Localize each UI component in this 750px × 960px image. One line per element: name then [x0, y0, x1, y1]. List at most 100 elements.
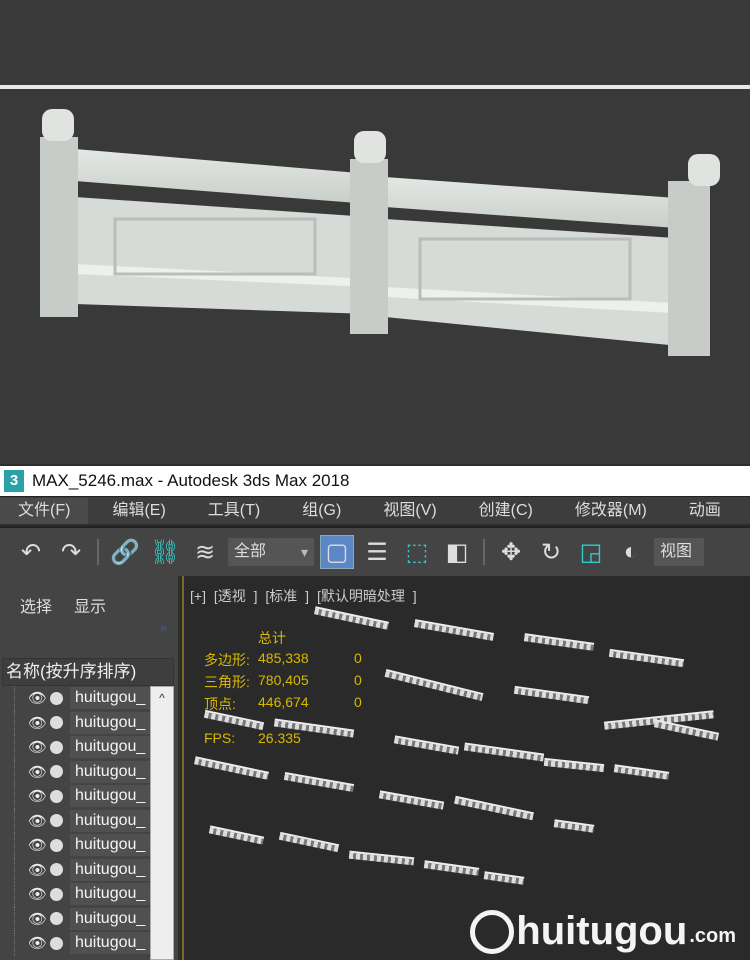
bind-spacewarp-icon[interactable]: ≋ — [188, 535, 222, 569]
tree-line — [14, 759, 26, 784]
tab-select[interactable]: 选择 — [20, 593, 52, 617]
select-by-name-icon[interactable]: ☰ — [360, 535, 394, 569]
perspective-viewport[interactable]: [+] [透视 ] [标准 ] [默认明暗处理 ] 总计 多边形: 485,338… — [182, 576, 750, 960]
stat-label: 多边形: — [204, 652, 250, 668]
eye-icon[interactable]: 👁 — [28, 934, 47, 952]
railing-model[interactable] — [278, 831, 340, 853]
railing-model[interactable] — [543, 757, 605, 773]
eye-icon[interactable]: 👁 — [28, 738, 47, 756]
rectangular-selection-icon[interactable]: ⬚ — [400, 535, 434, 569]
freeze-icon[interactable] — [50, 765, 63, 779]
object-name[interactable]: huitugou_ — [70, 907, 150, 930]
tree-line — [14, 833, 26, 858]
name-column-header[interactable]: 名称(按升序排序) — [2, 658, 174, 686]
link-icon[interactable]: 🔗 — [108, 535, 142, 569]
tree-line — [14, 735, 26, 760]
eye-icon[interactable]: 👁 — [28, 714, 47, 732]
railing-model[interactable] — [378, 790, 445, 810]
object-name[interactable]: huitugou_ — [70, 736, 150, 759]
railing-model[interactable] — [553, 819, 595, 833]
unlink-icon[interactable]: ⛓ — [148, 535, 182, 569]
object-name[interactable]: huitugou_ — [70, 932, 150, 955]
toolbar-separator — [97, 539, 99, 565]
railing-model[interactable] — [463, 742, 545, 762]
menu-file[interactable]: 文件(F) — [0, 497, 89, 524]
selection-filter-dropdown[interactable]: 全部 — [228, 538, 314, 566]
eye-icon[interactable]: 👁 — [28, 861, 47, 879]
railing-model[interactable] — [423, 860, 480, 876]
fps-label: FPS: — [204, 730, 236, 746]
freeze-icon[interactable] — [50, 838, 63, 852]
freeze-icon[interactable] — [50, 887, 63, 901]
eye-icon[interactable]: 👁 — [28, 689, 47, 707]
railing-model[interactable] — [413, 619, 495, 641]
railing-model[interactable] — [384, 669, 484, 701]
menu-modifiers[interactable]: 修改器(M) — [557, 498, 665, 524]
placement-icon[interactable]: ◐ — [614, 535, 648, 569]
scrollbar[interactable]: ^ — [150, 686, 174, 960]
freeze-icon[interactable] — [50, 912, 63, 926]
rotate-icon[interactable]: ↻ — [534, 535, 568, 569]
menu-tools[interactable]: 工具(T) — [190, 498, 278, 524]
object-name[interactable]: huitugou_ — [70, 834, 150, 857]
viewport-label[interactable]: [+] [透视 ] [标准 ] [默认明暗处理 ] — [190, 586, 417, 606]
main-toolbar: ↶ ↷ 🔗 ⛓ ≋ 全部 ▢ ☰ ⬚ ◧ ✥ ↻ ◲ ◐ 视图 — [0, 526, 750, 576]
object-name[interactable]: huitugou_ — [70, 883, 150, 906]
scene-statistics: 总计 多边形: 485,338 0 三角形: 780,405 0 顶点: 446,674 0… — [204, 628, 362, 752]
select-object-icon[interactable]: ▢ — [320, 535, 354, 569]
expand-icon[interactable]: » — [160, 620, 167, 635]
stat-selected: 0 — [354, 694, 362, 710]
freeze-icon[interactable] — [50, 740, 63, 754]
object-name[interactable]: huitugou_ — [70, 858, 150, 881]
watermark: huitugou .com — [470, 909, 736, 954]
undo-icon[interactable]: ↶ — [14, 535, 48, 569]
railing-model[interactable] — [283, 771, 355, 793]
railing-model[interactable] — [608, 648, 685, 668]
scroll-up-icon[interactable]: ^ — [151, 691, 173, 705]
eye-icon[interactable]: 👁 — [28, 763, 47, 781]
tree-line — [14, 784, 26, 809]
menu-animation[interactable]: 动画 — [671, 498, 739, 524]
railing-model[interactable] — [513, 685, 590, 705]
railing-model[interactable] — [523, 633, 595, 651]
reference-coordinate-dropdown[interactable]: 视图 — [654, 538, 704, 566]
eye-icon[interactable]: 👁 — [28, 885, 47, 903]
object-name[interactable]: huitugou_ — [70, 687, 150, 710]
object-name[interactable]: huitugou_ — [70, 809, 150, 832]
window-crossing-icon[interactable]: ◧ — [440, 535, 474, 569]
menu-views[interactable]: 视图(V) — [365, 498, 454, 524]
menu-edit[interactable]: 编辑(E) — [94, 498, 183, 524]
object-name[interactable]: huitugou_ — [70, 711, 150, 734]
eye-icon[interactable]: 👁 — [28, 812, 47, 830]
redo-icon[interactable]: ↷ — [54, 535, 88, 569]
eye-icon[interactable]: 👁 — [28, 836, 47, 854]
railing-model[interactable] — [393, 735, 460, 755]
railing-model[interactable] — [483, 871, 525, 885]
freeze-icon[interactable] — [50, 863, 63, 877]
stats-header: 总计 — [258, 630, 286, 646]
freeze-icon[interactable] — [50, 716, 63, 730]
stat-selected: 0 — [354, 672, 362, 688]
move-icon[interactable]: ✥ — [494, 535, 528, 569]
railing-model[interactable] — [348, 850, 415, 866]
eye-icon[interactable]: 👁 — [28, 910, 47, 928]
freeze-icon[interactable] — [50, 691, 63, 705]
railing-model[interactable] — [454, 795, 534, 821]
freeze-icon[interactable] — [50, 789, 63, 803]
railing-model[interactable] — [653, 719, 720, 741]
scale-icon[interactable]: ◲ — [574, 535, 608, 569]
3dsmax-app-icon: 3 — [4, 470, 24, 492]
freeze-icon[interactable] — [50, 814, 63, 828]
scene-explorer: 选择 显示 » 名称(按升序排序) 👁 huitugou_ 👁 huitugou_ 👁 h… — [0, 576, 178, 960]
menu-group[interactable]: 组(G) — [284, 498, 359, 524]
menu-create[interactable]: 创建(C) — [461, 498, 551, 524]
object-name[interactable]: huitugou_ — [70, 785, 150, 808]
railing-model[interactable] — [208, 825, 265, 845]
object-name[interactable]: huitugou_ — [70, 760, 150, 783]
freeze-icon[interactable] — [50, 936, 63, 950]
railing-model[interactable] — [313, 606, 390, 630]
railing-model[interactable] — [613, 764, 670, 780]
eye-icon[interactable]: 👁 — [28, 787, 47, 805]
railing-model[interactable] — [193, 756, 270, 780]
tab-display[interactable]: 显示 — [74, 593, 106, 617]
